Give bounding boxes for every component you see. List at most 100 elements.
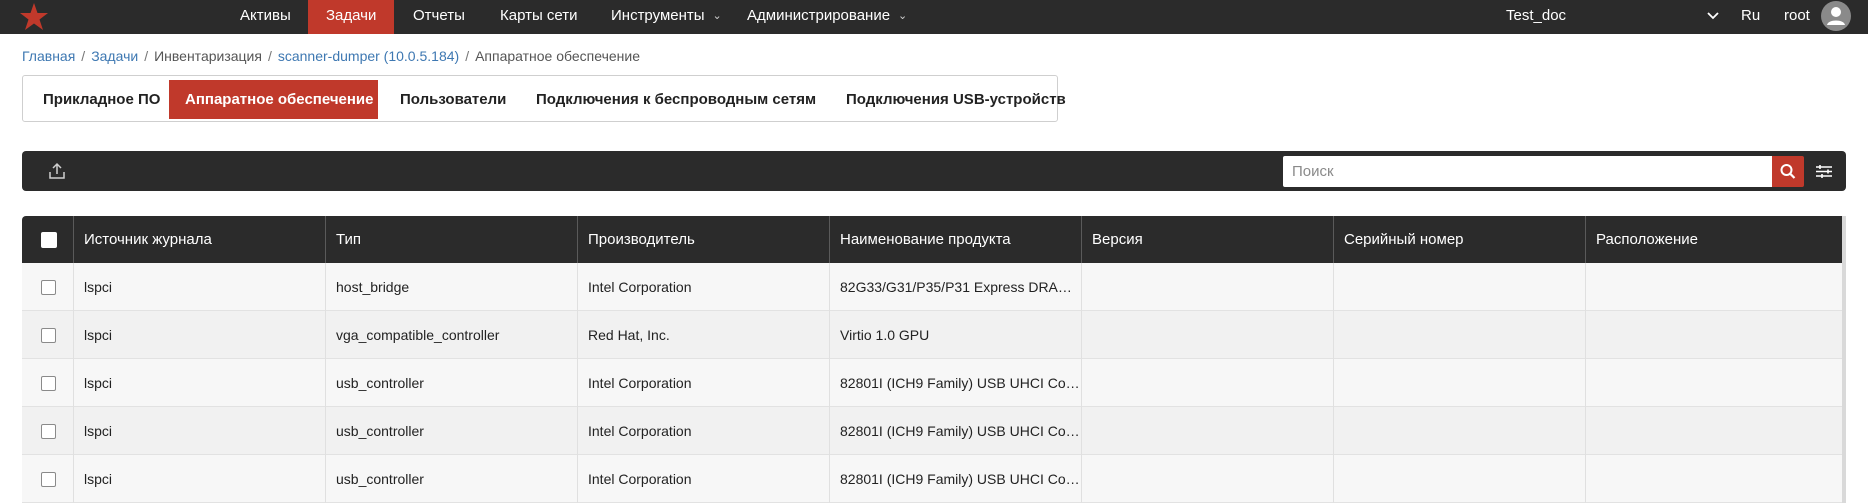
nav-item-label: Инструменты: [611, 7, 705, 24]
cell-manufacturer: Red Hat, Inc.: [578, 311, 830, 359]
cell-location: [1586, 311, 1842, 359]
cell-version: [1082, 455, 1334, 503]
table-row[interactable]: lspci vga_compatible_controller Red Hat, I…: [22, 311, 1846, 359]
nav-item-label: Активы: [240, 7, 291, 24]
cell-type: host_bridge: [326, 263, 578, 311]
cell-type: usb_controller: [326, 407, 578, 455]
tab-wireless-connections[interactable]: Подключения к беспроводным сетям: [520, 80, 832, 119]
cell-serial-number: [1334, 311, 1586, 359]
nav-item-assets[interactable]: Активы: [222, 0, 309, 34]
cell-serial-number: [1334, 359, 1586, 407]
table-row[interactable]: lspci host_bridge Intel Corporation 82G33/G…: [22, 263, 1846, 311]
nav-item-label: Администрирование: [747, 7, 891, 24]
table-scrollbar[interactable]: [1842, 216, 1846, 503]
cell-version: [1082, 311, 1334, 359]
row-checkbox[interactable]: [41, 424, 56, 439]
nav-item-label: Задачи: [326, 7, 377, 24]
tab-users[interactable]: Пользователи: [384, 80, 522, 119]
nav-item-tools[interactable]: Инструменты ⌄: [593, 0, 740, 34]
column-header-location[interactable]: Расположение: [1586, 216, 1842, 263]
breadcrumb-task[interactable]: scanner-dumper (10.0.5.184): [278, 48, 459, 64]
breadcrumb-separator: /: [267, 48, 272, 64]
language-switch[interactable]: Ru: [1741, 0, 1760, 34]
cell-type: usb_controller: [326, 455, 578, 503]
top-navbar: Активы Задачи Отчеты Карты сети Инструме…: [0, 0, 1868, 34]
column-header-type[interactable]: Тип: [326, 216, 578, 263]
breadcrumb-separator: /: [81, 48, 86, 64]
cell-manufacturer: Intel Corporation: [578, 455, 830, 503]
row-select-cell: [22, 263, 74, 311]
breadcrumb-current: Аппаратное обеспечение: [475, 48, 640, 64]
row-select-cell: [22, 407, 74, 455]
row-checkbox[interactable]: [41, 472, 56, 487]
tab-application-software[interactable]: Прикладное ПО: [27, 80, 176, 119]
row-select-cell: [22, 455, 74, 503]
breadcrumb-separator: /: [144, 48, 149, 64]
cell-product-name: 82801I (ICH9 Family) USB UHCI Controller: [830, 407, 1082, 455]
cell-log-source: lspci: [74, 263, 326, 311]
column-header-serial-number[interactable]: Серийный номер: [1334, 216, 1586, 263]
row-checkbox[interactable]: [41, 328, 56, 343]
cell-serial-number: [1334, 407, 1586, 455]
breadcrumb-inventory: Инвентаризация: [154, 48, 262, 64]
breadcrumb-tasks[interactable]: Задачи: [91, 48, 138, 64]
search-input[interactable]: [1283, 156, 1772, 187]
cell-manufacturer: Intel Corporation: [578, 407, 830, 455]
breadcrumb-home[interactable]: Главная: [22, 48, 75, 64]
cell-location: [1586, 455, 1842, 503]
nav-item-administration[interactable]: Администрирование ⌄: [729, 0, 925, 34]
search-icon: [1780, 164, 1796, 179]
column-header-version[interactable]: Версия: [1082, 216, 1334, 263]
cell-location: [1586, 407, 1842, 455]
row-checkbox[interactable]: [41, 280, 56, 295]
tab-hardware[interactable]: Аппаратное обеспечение: [169, 80, 378, 119]
search-button[interactable]: [1772, 156, 1804, 187]
breadcrumb-separator: /: [465, 48, 470, 64]
cell-version: [1082, 359, 1334, 407]
column-header-product-name[interactable]: Наименование продукта: [830, 216, 1082, 263]
export-icon[interactable]: [48, 162, 66, 180]
cell-serial-number: [1334, 263, 1586, 311]
cell-type: usb_controller: [326, 359, 578, 407]
red-star-icon[interactable]: [18, 2, 50, 32]
nav-item-label: Отчеты: [413, 7, 465, 24]
cell-log-source: lspci: [74, 311, 326, 359]
cell-version: [1082, 407, 1334, 455]
column-header-manufacturer[interactable]: Производитель: [578, 216, 830, 263]
username[interactable]: root: [1784, 0, 1810, 34]
inventory-tabs: Прикладное ПО Аппаратное обеспечение Пол…: [22, 75, 1066, 122]
select-all-checkbox[interactable]: [41, 232, 57, 248]
table-row[interactable]: lspci usb_controller Intel Corporation 8280…: [22, 455, 1846, 503]
cell-product-name: Virtio 1.0 GPU: [830, 311, 1082, 359]
filter-settings-button[interactable]: [1809, 156, 1839, 187]
cell-location: [1586, 263, 1842, 311]
column-header-log-source[interactable]: Источник журнала: [74, 216, 326, 263]
cell-log-source: lspci: [74, 359, 326, 407]
table-row[interactable]: lspci usb_controller Intel Corporation 8280…: [22, 359, 1846, 407]
nav-item-reports[interactable]: Отчеты: [395, 0, 483, 34]
cell-product-name: 82801I (ICH9 Family) USB UHCI Controller: [830, 455, 1082, 503]
table-toolbar: [22, 151, 1846, 191]
user-avatar-icon[interactable]: [1821, 1, 1851, 31]
workspace-chevron-down-icon[interactable]: [1707, 11, 1719, 21]
row-select-cell: [22, 359, 74, 407]
chevron-down-icon: ⌄: [898, 10, 908, 22]
cell-location: [1586, 359, 1842, 407]
chevron-down-icon: ⌄: [712, 10, 722, 22]
cell-product-name: 82G33/G31/P35/P31 Express DRAM Controlle…: [830, 263, 1082, 311]
cell-log-source: lspci: [74, 455, 326, 503]
table-row[interactable]: lspci usb_controller Intel Corporation 8280…: [22, 407, 1846, 455]
nav-item-network-maps[interactable]: Карты сети: [482, 0, 596, 34]
workspace-label: Test_doc: [1506, 7, 1567, 24]
cell-product-name: 82801I (ICH9 Family) USB UHCI Controller: [830, 359, 1082, 407]
cell-version: [1082, 263, 1334, 311]
cell-type: vga_compatible_controller: [326, 311, 578, 359]
cell-manufacturer: Intel Corporation: [578, 359, 830, 407]
select-all-cell: [22, 216, 74, 263]
tab-usb-connections[interactable]: Подключения USB-устройств: [830, 80, 1082, 119]
row-checkbox[interactable]: [41, 376, 56, 391]
nav-item-tasks[interactable]: Задачи: [308, 0, 395, 34]
cell-serial-number: [1334, 455, 1586, 503]
filter-settings-icon: [1816, 165, 1832, 178]
breadcrumb: Главная / Задачи / Инвентаризация / scanner-du…: [22, 48, 640, 64]
